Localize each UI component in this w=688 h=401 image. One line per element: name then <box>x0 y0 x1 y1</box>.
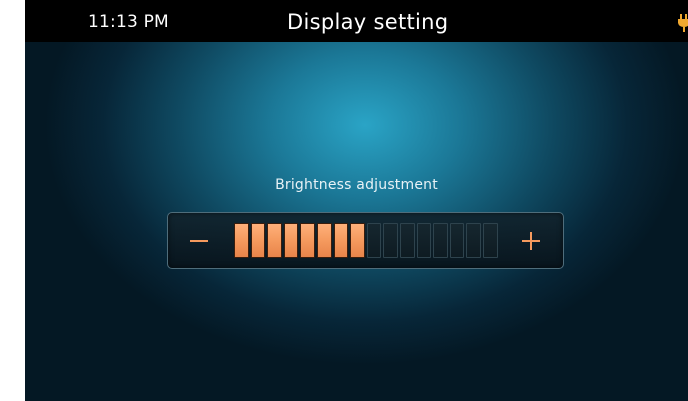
brightness-segment[interactable] <box>433 223 448 258</box>
brightness-segment[interactable] <box>366 223 382 258</box>
brightness-segment[interactable] <box>250 223 266 258</box>
brightness-segment[interactable] <box>333 223 349 258</box>
plug-icon <box>677 13 688 33</box>
brightness-segment[interactable] <box>466 223 481 258</box>
brightness-segment[interactable] <box>399 223 415 258</box>
brightness-segment[interactable] <box>383 223 398 258</box>
brightness-segment[interactable] <box>482 223 498 258</box>
minus-icon <box>181 221 217 261</box>
brightness-segment[interactable] <box>283 223 299 258</box>
brightness-segment[interactable] <box>234 223 249 258</box>
brightness-segment[interactable] <box>267 223 282 258</box>
brightness-label: Brightness adjustment <box>275 177 438 193</box>
brightness-level-bar[interactable] <box>234 223 498 258</box>
brightness-slider[interactable] <box>167 212 564 269</box>
status-time: 11:13 PM <box>88 12 169 32</box>
page-title: Display setting <box>287 10 449 34</box>
display-setting-screen: 11:13 PM Display setting Brightness adju… <box>25 0 688 401</box>
brightness-segment[interactable] <box>316 223 332 258</box>
brightness-segment[interactable] <box>300 223 315 258</box>
status-bar: 11:13 PM Display setting <box>25 0 688 42</box>
brightness-segment[interactable] <box>416 223 432 258</box>
plus-icon <box>513 221 549 261</box>
increase-brightness-button[interactable] <box>513 221 549 261</box>
decrease-brightness-button[interactable] <box>181 221 217 261</box>
brightness-segment[interactable] <box>449 223 465 258</box>
brightness-segment[interactable] <box>350 223 365 258</box>
